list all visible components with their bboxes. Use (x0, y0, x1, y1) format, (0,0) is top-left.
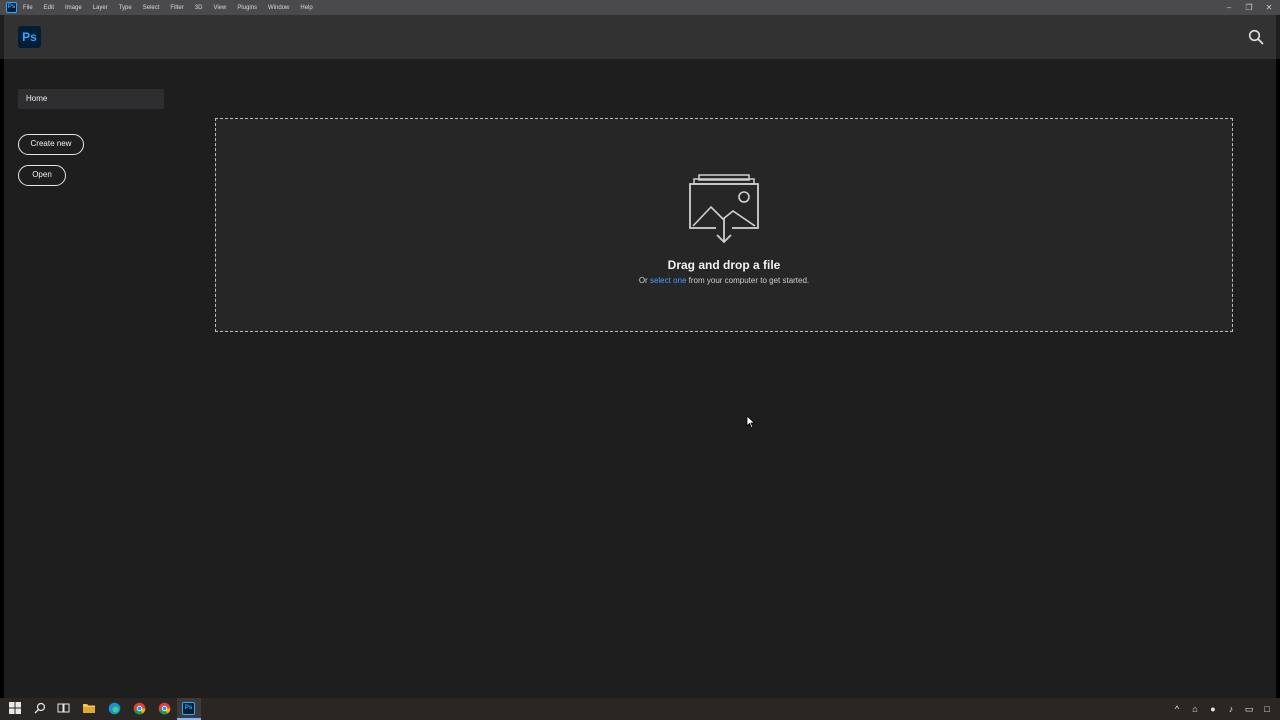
window-edge-right (1276, 59, 1280, 698)
menu-3d[interactable]: 3D (195, 5, 203, 11)
chrome-icon[interactable] (157, 702, 171, 716)
network-icon[interactable]: ⌂ (1190, 704, 1200, 714)
drop-sub-prefix: Or (638, 276, 648, 285)
photoshop-taskbar-button[interactable]: Ps (177, 698, 201, 720)
chevron-up-icon[interactable]: ^ (1172, 704, 1182, 714)
drop-zone-subtitle: Or select one from your computer to get … (216, 276, 1232, 285)
battery-icon[interactable]: ▭ (1244, 704, 1254, 715)
menu-bar: Ps File Edit Image Layer Type Select Fil… (0, 0, 1280, 15)
notification-icon[interactable]: □ (1262, 704, 1272, 714)
microphone-icon[interactable]: ● (1208, 704, 1218, 714)
taskbar: Ps ^ ⌂ ● ♪ ▭ □ (0, 698, 1280, 720)
photoshop-home-screen: Ps File Edit Image Layer Type Select Fil… (0, 0, 1280, 720)
menu-image[interactable]: Image (65, 5, 82, 11)
restore-icon[interactable]: ❐ (1244, 0, 1254, 15)
mouse-cursor-icon (746, 415, 756, 429)
menu-window[interactable]: Window (268, 5, 289, 11)
system-tray: ^ ⌂ ● ♪ ▭ □ (1172, 698, 1272, 720)
drop-sub-suffix: from your computer to get started. (688, 276, 810, 285)
minimize-icon[interactable]: – (1224, 0, 1234, 15)
file-drop-zone[interactable]: Drag and drop a file Or select one from … (215, 118, 1233, 332)
volume-icon[interactable]: ♪ (1226, 704, 1236, 714)
task-view-icon[interactable] (56, 702, 70, 716)
search-icon[interactable] (1248, 29, 1264, 45)
close-icon[interactable]: ✕ (1264, 0, 1274, 15)
window-controls: – ❐ ✕ (1224, 0, 1274, 15)
menu-layer[interactable]: Layer (93, 5, 108, 11)
menu-filter[interactable]: Filter (170, 5, 183, 11)
menu-file[interactable]: File (23, 5, 33, 11)
edge-icon[interactable] (107, 702, 121, 716)
photoshop-app-icon[interactable]: Ps (6, 2, 17, 13)
create-new-button[interactable]: Create new (18, 134, 84, 155)
menu-plugins[interactable]: Plugins (237, 5, 257, 11)
search-icon[interactable] (33, 702, 47, 716)
photoshop-logo[interactable]: Ps (18, 26, 41, 48)
menu-view[interactable]: View (213, 5, 226, 11)
menu-select[interactable]: Select (143, 5, 160, 11)
menu-help[interactable]: Help (300, 5, 312, 11)
sidebar-item-home[interactable]: Home (18, 89, 164, 109)
chrome-icon[interactable] (132, 702, 146, 716)
image-download-icon (689, 174, 759, 244)
windows-start-icon[interactable] (8, 702, 22, 716)
menu-edit[interactable]: Edit (44, 5, 54, 11)
drop-zone-title: Drag and drop a file (667, 258, 781, 272)
file-explorer-icon[interactable] (82, 702, 96, 716)
menu-type[interactable]: Type (119, 5, 132, 11)
home-header: Ps (4, 15, 1276, 59)
open-button[interactable]: Open (18, 165, 66, 186)
window-edge-left (0, 59, 4, 698)
photoshop-icon: Ps (182, 702, 195, 715)
select-one-link[interactable]: select one (650, 276, 686, 285)
